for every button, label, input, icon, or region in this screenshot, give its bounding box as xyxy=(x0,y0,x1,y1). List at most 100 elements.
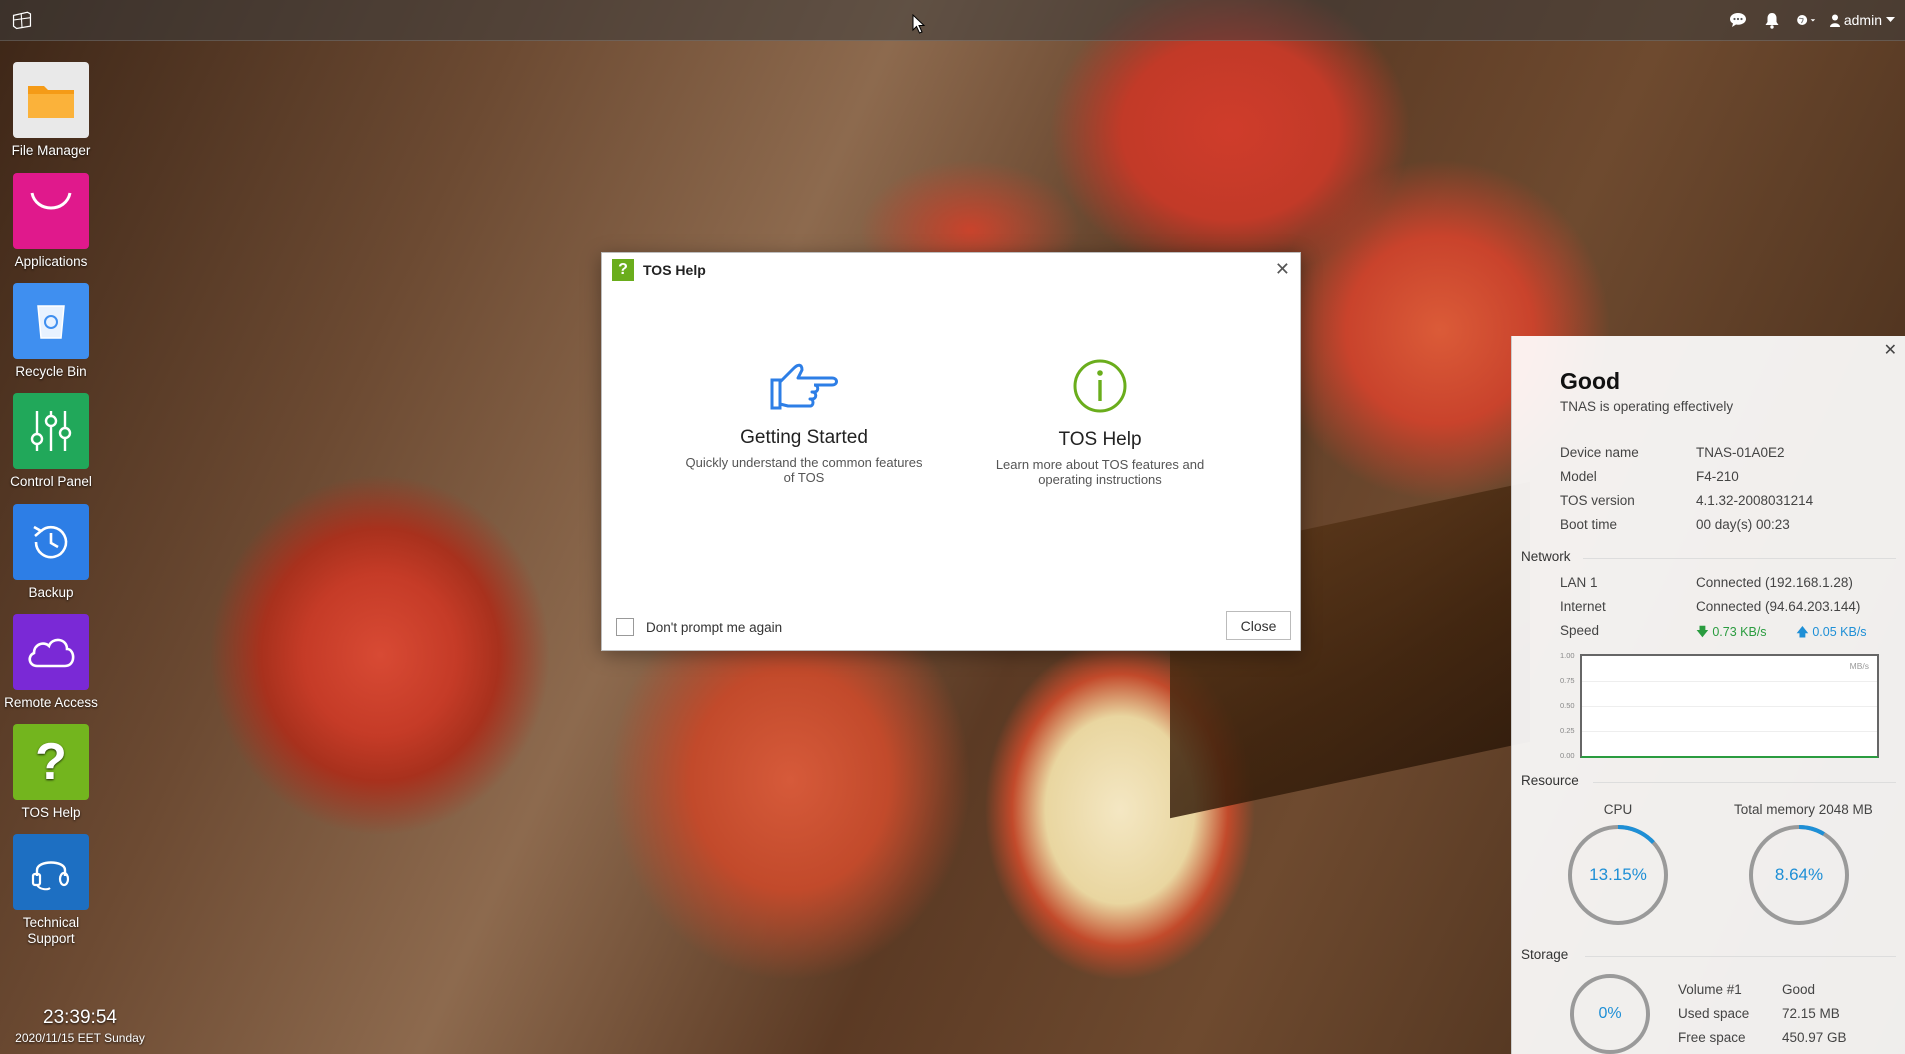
desktop-icon-file-manager[interactable]: File Manager xyxy=(0,62,102,159)
desktop-icon-label: Applications xyxy=(14,254,88,269)
folder-icon xyxy=(13,62,89,138)
storage-key: Used space xyxy=(1678,1006,1750,1021)
storage-value-text: 72.15 MB xyxy=(1782,1006,1840,1021)
clock-date: 2020/11/15 EET Sunday xyxy=(15,1031,145,1045)
storage-section-header: Storage xyxy=(1521,947,1896,962)
cloud-icon xyxy=(13,614,89,690)
desktop-clock: 23:39:54 2020/11/15 EET Sunday xyxy=(10,1007,150,1045)
desktop-icon-label: Backup xyxy=(28,585,74,600)
cpu-ring: 13.15% xyxy=(1568,825,1668,925)
getting-started-option[interactable]: Getting Started Quickly understand the c… xyxy=(679,358,929,485)
storage-value-text: Good xyxy=(1782,982,1816,997)
graph-tick: 0.50 xyxy=(1560,701,1575,710)
getting-started-description: Quickly understand the common features o… xyxy=(685,455,923,485)
shopping-bag-icon xyxy=(13,173,89,249)
network-speed-graph: 1.00 0.75 0.50 0.25 0.00 MB/s xyxy=(1560,651,1879,760)
desktop-icon-label: Control Panel xyxy=(10,474,92,489)
panel-close-icon[interactable]: ✕ xyxy=(1884,340,1897,360)
device-value: F4-210 xyxy=(1696,469,1739,484)
upload-value: 0.05 KB/s xyxy=(1812,625,1867,639)
network-title: Network xyxy=(1521,549,1571,564)
dialog-close-icon[interactable]: ✕ xyxy=(1275,259,1290,280)
desktop-icon-technical-support[interactable]: Technical Support xyxy=(0,834,102,947)
dialog-header: ? TOS Help xyxy=(602,253,1300,287)
dialog-title: TOS Help xyxy=(643,262,706,278)
download-arrow-icon: 🡇 xyxy=(1696,625,1709,639)
dont-prompt-row[interactable]: Don't prompt me again xyxy=(616,618,782,636)
desktop-icon-control-panel[interactable]: Control Panel xyxy=(0,393,102,490)
device-row: Model F4-210 xyxy=(1560,469,1739,484)
device-row: Boot time 00 day(s) 00:23 xyxy=(1560,517,1790,532)
message-icon[interactable] xyxy=(1728,10,1748,30)
storage-ring: 0% xyxy=(1570,974,1650,1054)
storage-row: Volume #1 Good xyxy=(1678,982,1815,997)
status-headline: Good xyxy=(1560,368,1621,394)
clock-time: 23:39:54 xyxy=(43,1007,117,1028)
resource-title: Resource xyxy=(1521,773,1579,788)
storage-value-text: 450.97 GB xyxy=(1782,1030,1847,1045)
graph-plot-area: MB/s xyxy=(1580,654,1879,758)
device-key: TOS version xyxy=(1560,493,1635,508)
desktop-icon-recycle-bin[interactable]: Recycle Bin xyxy=(0,283,102,380)
network-row: LAN 1 Connected (192.168.1.28) xyxy=(1560,575,1853,590)
device-key: Model xyxy=(1560,469,1597,484)
memory-ring: 8.64% xyxy=(1749,825,1849,925)
info-icon xyxy=(1073,359,1127,413)
graph-gridline xyxy=(1582,706,1877,707)
graph-tick: 0.75 xyxy=(1560,676,1575,685)
device-key: Boot time xyxy=(1560,517,1618,532)
tos-help-description: Learn more about TOS features and operat… xyxy=(995,457,1205,487)
network-section-header: Network xyxy=(1521,549,1896,564)
desktop-icon-backup[interactable]: Backup xyxy=(0,504,102,601)
recycle-bin-icon xyxy=(13,283,89,359)
graph-unit: MB/s xyxy=(1849,661,1869,671)
close-button[interactable]: Close xyxy=(1226,611,1291,640)
desktop-icon-label: Remote Access xyxy=(4,695,98,710)
desktop-icon-label: TOS Help xyxy=(21,805,81,820)
notification-bell-icon[interactable] xyxy=(1762,10,1782,30)
top-bar: admin xyxy=(0,0,1905,41)
speed-key: Speed xyxy=(1560,623,1600,638)
memory-label: Total memory 2048 MB xyxy=(1734,802,1873,817)
network-value: Connected (192.168.1.28) xyxy=(1696,575,1853,590)
speed-row: Speed 🡇 0.73 KB/s 🡅 0.05 KB/s xyxy=(1560,623,1867,644)
desktop-icon-remote-access[interactable]: Remote Access xyxy=(0,614,102,711)
device-value: 4.1.32-2008031214 xyxy=(1696,493,1814,508)
graph-tick: 0.00 xyxy=(1560,751,1575,760)
section-divider xyxy=(1585,956,1896,957)
section-divider xyxy=(1593,782,1896,783)
user-icon xyxy=(1829,14,1840,27)
device-value: 00 day(s) 00:23 xyxy=(1696,517,1790,532)
status-subtitle: TNAS is operating effectively xyxy=(1560,399,1734,414)
tos-help-option[interactable]: TOS Help Learn more about TOS features a… xyxy=(975,358,1225,487)
desktop-icon-tos-help[interactable]: ? TOS Help xyxy=(0,724,102,821)
system-status-panel: ✕ Good TNAS is operating effectively Dev… xyxy=(1511,336,1905,1054)
device-key: Device name xyxy=(1560,445,1639,460)
cpu-ring-arc xyxy=(1568,825,1668,925)
question-mark-icon: ? xyxy=(13,724,89,800)
network-key: Internet xyxy=(1560,599,1606,614)
storage-key: Volume #1 xyxy=(1678,982,1742,997)
network-row: Internet Connected (94.64.203.144) xyxy=(1560,599,1860,614)
device-row: Device name TNAS-01A0E2 xyxy=(1560,445,1785,460)
dont-prompt-checkbox[interactable] xyxy=(616,618,634,636)
graph-gridline xyxy=(1582,731,1877,732)
graph-gridline xyxy=(1582,681,1877,682)
user-menu[interactable]: admin xyxy=(1829,12,1895,28)
storage-row: Free space 450.97 GB xyxy=(1678,1030,1847,1045)
backup-clock-icon xyxy=(13,504,89,580)
help-app-icon: ? xyxy=(612,259,634,281)
chevron-down-icon xyxy=(1886,17,1895,22)
desktop-icon-applications[interactable]: Applications xyxy=(0,173,102,270)
language-globe-icon[interactable] xyxy=(1796,10,1816,30)
getting-started-title: Getting Started xyxy=(740,427,868,448)
sliders-icon xyxy=(13,393,89,469)
start-menu-icon[interactable] xyxy=(12,10,32,30)
graph-tick: 1.00 xyxy=(1560,651,1575,660)
download-value: 0.73 KB/s xyxy=(1712,625,1767,639)
tos-help-title: TOS Help xyxy=(1058,429,1142,450)
desktop-icon-label: Technical Support xyxy=(22,915,80,946)
graph-tick: 0.25 xyxy=(1560,726,1575,735)
storage-value: 0% xyxy=(1598,1005,1622,1022)
storage-title: Storage xyxy=(1521,947,1569,962)
